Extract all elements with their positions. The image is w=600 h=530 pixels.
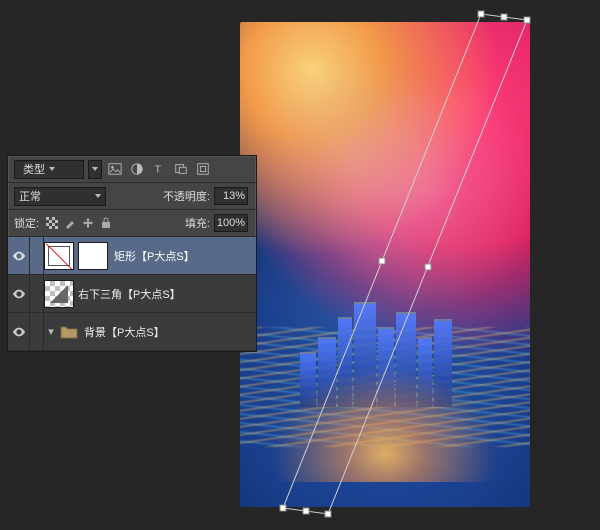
fill-label: 填充:: [185, 215, 210, 231]
filter-secondary-combo[interactable]: [88, 160, 102, 179]
light-streak: [240, 327, 530, 447]
chevron-down-icon: [92, 167, 98, 171]
fill-field[interactable]: [214, 214, 248, 232]
filter-type-icon[interactable]: T: [150, 160, 168, 178]
blend-row: 正常 不透明度:: [8, 183, 256, 210]
blend-mode-label: 正常: [19, 188, 41, 204]
filter-image-icon[interactable]: [106, 160, 124, 178]
layer-name[interactable]: 背景【P大点S】: [84, 324, 165, 340]
opacity-input[interactable]: [214, 187, 250, 205]
transform-handle[interactable]: [478, 11, 485, 18]
visibility-toggle[interactable]: [8, 313, 30, 350]
canvas-artwork[interactable]: [240, 22, 530, 507]
lock-label: 锁定:: [14, 215, 39, 231]
transform-handle[interactable]: [280, 505, 287, 512]
layers-panel: 类型 T 正常 不透明度: 锁定: 填充:: [7, 155, 257, 352]
filter-smart-icon[interactable]: [194, 160, 212, 178]
transform-handle[interactable]: [501, 14, 508, 21]
lock-pixels-icon[interactable]: [63, 216, 77, 230]
filter-type-label: 类型: [23, 161, 45, 177]
lock-row: 锁定: 填充:: [8, 210, 256, 237]
transform-handle[interactable]: [325, 511, 332, 518]
link-col: [30, 237, 44, 274]
filter-adjust-icon[interactable]: [128, 160, 146, 178]
filter-type-combo[interactable]: 类型: [14, 160, 84, 179]
svg-text:T: T: [155, 164, 162, 176]
lock-transparent-icon[interactable]: [45, 216, 59, 230]
chevron-down-icon: [95, 194, 101, 198]
filter-row: 类型 T: [8, 156, 256, 183]
chevron-down-icon: [49, 167, 55, 171]
layer-list: 矩形【P大点S】 右下三角【P大点S】 ▾ 背景【P大点S】: [8, 237, 256, 351]
layer-thumb[interactable]: [44, 280, 74, 308]
filter-shape-icon[interactable]: [172, 160, 190, 178]
city-skyline: [240, 297, 530, 407]
folder-icon: [58, 322, 80, 342]
transform-handle[interactable]: [302, 508, 309, 515]
layer-row[interactable]: 矩形【P大点S】: [8, 237, 256, 275]
transform-handle[interactable]: [424, 264, 431, 271]
layer-row[interactable]: 右下三角【P大点S】: [8, 275, 256, 313]
transform-handle[interactable]: [379, 258, 386, 265]
link-col: [30, 313, 44, 350]
layer-name[interactable]: 矩形【P大点S】: [114, 248, 195, 264]
city-glow: [240, 342, 530, 482]
link-col: [30, 275, 44, 312]
layer-row[interactable]: ▾ 背景【P大点S】: [8, 313, 256, 351]
visibility-toggle[interactable]: [8, 237, 30, 274]
fill-input[interactable]: [214, 214, 250, 232]
layer-mask-thumb[interactable]: [78, 242, 108, 270]
group-chevron-icon[interactable]: ▾: [44, 325, 58, 338]
transform-handle[interactable]: [524, 17, 531, 24]
layer-name[interactable]: 右下三角【P大点S】: [78, 286, 181, 302]
lock-position-icon[interactable]: [81, 216, 95, 230]
lock-all-icon[interactable]: [99, 216, 113, 230]
layer-thumb[interactable]: [44, 242, 74, 270]
opacity-label: 不透明度:: [163, 188, 210, 204]
visibility-toggle[interactable]: [8, 275, 30, 312]
blend-mode-combo[interactable]: 正常: [14, 187, 106, 206]
opacity-field[interactable]: [214, 187, 248, 205]
